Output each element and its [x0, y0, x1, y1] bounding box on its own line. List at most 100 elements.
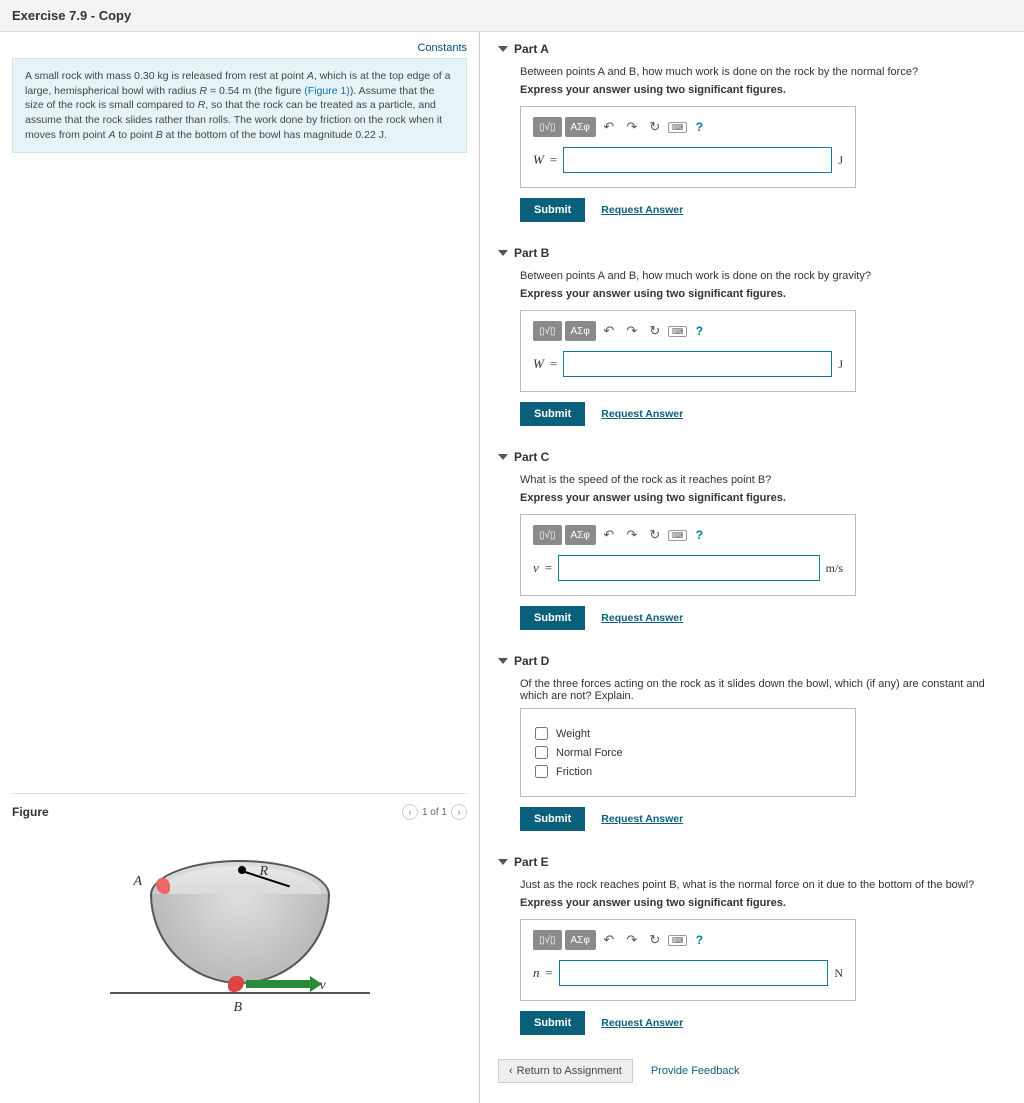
- problem-statement: A small rock with mass 0.30 kg is releas…: [12, 58, 467, 153]
- reset-icon[interactable]: ↻: [645, 931, 665, 949]
- greek-button[interactable]: ΑΣφ: [565, 930, 596, 950]
- reset-icon[interactable]: ↻: [645, 322, 665, 340]
- choice-weight[interactable]: Weight: [535, 727, 841, 740]
- part-B-input[interactable]: [563, 351, 832, 377]
- part-A-submit-button[interactable]: Submit: [520, 198, 585, 222]
- figure-label-A: A: [134, 874, 143, 890]
- collapse-icon[interactable]: [498, 454, 508, 460]
- part-D: Part D Of the three forces acting on the…: [498, 654, 1006, 831]
- figure-next-button[interactable]: ›: [451, 804, 467, 820]
- part-E-question: Just as the rock reaches point B, what i…: [520, 879, 1006, 891]
- help-icon[interactable]: ?: [692, 324, 706, 338]
- templates-button[interactable]: ▯√▯: [533, 525, 562, 545]
- templates-button[interactable]: ▯√▯: [533, 930, 562, 950]
- part-E-input[interactable]: [559, 960, 828, 986]
- collapse-icon[interactable]: [498, 46, 508, 52]
- collapse-icon[interactable]: [498, 250, 508, 256]
- reset-icon[interactable]: ↻: [645, 526, 665, 544]
- provide-feedback-link[interactable]: Provide Feedback: [651, 1065, 740, 1077]
- templates-button[interactable]: ▯√▯: [533, 321, 562, 341]
- constants-link[interactable]: Constants: [417, 42, 467, 54]
- collapse-icon[interactable]: [498, 859, 508, 865]
- part-A-unit: J: [838, 153, 843, 168]
- part-D-request-answer[interactable]: Request Answer: [601, 813, 683, 825]
- equals-sign: =: [545, 560, 552, 576]
- part-E-instruction: Express your answer using two significan…: [520, 897, 1006, 909]
- equals-sign: =: [546, 965, 553, 981]
- part-D-submit-button[interactable]: Submit: [520, 807, 585, 831]
- part-E-submit-button[interactable]: Submit: [520, 1011, 585, 1035]
- checkbox-weight[interactable]: [535, 727, 548, 740]
- keyboard-icon[interactable]: ⌨: [668, 935, 688, 946]
- part-D-choices: Weight Normal Force Friction: [520, 708, 856, 797]
- templates-button[interactable]: ▯√▯: [533, 117, 562, 137]
- part-E-unit: N: [834, 966, 843, 981]
- page-title: Exercise 7.9 - Copy: [0, 0, 1024, 32]
- return-to-assignment-button[interactable]: ‹ Return to Assignment: [498, 1059, 633, 1083]
- part-A-request-answer[interactable]: Request Answer: [601, 204, 683, 216]
- figure-label-R: R: [260, 864, 269, 880]
- figure-label-B: B: [234, 1000, 243, 1016]
- figure-title: Figure: [12, 805, 49, 819]
- redo-icon[interactable]: ↷: [622, 322, 642, 340]
- figure-link[interactable]: (Figure 1): [304, 85, 350, 97]
- part-C-unit: m/s: [826, 561, 843, 576]
- collapse-icon[interactable]: [498, 658, 508, 664]
- part-C-question: What is the speed of the rock as it reac…: [520, 474, 1006, 486]
- part-D-title: Part D: [514, 654, 549, 668]
- greek-button[interactable]: ΑΣφ: [565, 525, 596, 545]
- part-C-submit-button[interactable]: Submit: [520, 606, 585, 630]
- figure-prev-button[interactable]: ‹: [402, 804, 418, 820]
- part-B-submit-button[interactable]: Submit: [520, 402, 585, 426]
- part-B-instruction: Express your answer using two significan…: [520, 288, 1006, 300]
- part-E-answer-box: ▯√▯ ΑΣφ ↶ ↷ ↻ ⌨ ? n = N: [520, 919, 856, 1001]
- checkbox-friction[interactable]: [535, 765, 548, 778]
- chevron-left-icon: ‹: [509, 1065, 513, 1077]
- keyboard-icon[interactable]: ⌨: [668, 122, 688, 133]
- part-B-question: Between points A and B, how much work is…: [520, 270, 1006, 282]
- part-A-answer-box: ▯√▯ ΑΣφ ↶ ↷ ↻ ⌨ ? W = J: [520, 106, 856, 188]
- part-A-question: Between points A and B, how much work is…: [520, 66, 1006, 78]
- part-B-unit: J: [838, 357, 843, 372]
- part-E-variable: n: [533, 965, 540, 981]
- help-icon[interactable]: ?: [692, 120, 706, 134]
- part-C-answer-box: ▯√▯ ΑΣφ ↶ ↷ ↻ ⌨ ? v = m/s: [520, 514, 856, 596]
- keyboard-icon[interactable]: ⌨: [668, 326, 688, 337]
- part-C-instruction: Express your answer using two significan…: [520, 492, 1006, 504]
- checkbox-normal-force[interactable]: [535, 746, 548, 759]
- part-C-variable: v: [533, 560, 539, 576]
- redo-icon[interactable]: ↷: [622, 526, 642, 544]
- undo-icon[interactable]: ↶: [599, 526, 619, 544]
- choice-friction[interactable]: Friction: [535, 765, 841, 778]
- greek-button[interactable]: ΑΣφ: [565, 117, 596, 137]
- help-icon[interactable]: ?: [692, 528, 706, 542]
- choice-normal-force[interactable]: Normal Force: [535, 746, 841, 759]
- figure-pager: ‹ 1 of 1 ›: [402, 804, 467, 820]
- part-A-input[interactable]: [563, 147, 832, 173]
- part-A: Part A Between points A and B, how much …: [498, 42, 1006, 222]
- redo-icon[interactable]: ↷: [622, 931, 642, 949]
- part-E-request-answer[interactable]: Request Answer: [601, 1017, 683, 1029]
- part-D-question: Of the three forces acting on the rock a…: [520, 678, 1006, 702]
- part-A-variable: W: [533, 152, 544, 168]
- part-A-title: Part A: [514, 42, 549, 56]
- equals-sign: =: [550, 356, 557, 372]
- greek-button[interactable]: ΑΣφ: [565, 321, 596, 341]
- part-C-request-answer[interactable]: Request Answer: [601, 612, 683, 624]
- part-C-input[interactable]: [558, 555, 820, 581]
- part-B-title: Part B: [514, 246, 549, 260]
- help-icon[interactable]: ?: [692, 933, 706, 947]
- part-C-title: Part C: [514, 450, 549, 464]
- undo-icon[interactable]: ↶: [599, 931, 619, 949]
- part-B: Part B Between points A and B, how much …: [498, 246, 1006, 426]
- keyboard-icon[interactable]: ⌨: [668, 530, 688, 541]
- equals-sign: =: [550, 152, 557, 168]
- undo-icon[interactable]: ↶: [599, 118, 619, 136]
- part-B-request-answer[interactable]: Request Answer: [601, 408, 683, 420]
- undo-icon[interactable]: ↶: [599, 322, 619, 340]
- part-E-title: Part E: [514, 855, 549, 869]
- left-column: Constants A small rock with mass 0.30 kg…: [0, 32, 480, 1103]
- reset-icon[interactable]: ↻: [645, 118, 665, 136]
- part-E: Part E Just as the rock reaches point B,…: [498, 855, 1006, 1035]
- redo-icon[interactable]: ↷: [622, 118, 642, 136]
